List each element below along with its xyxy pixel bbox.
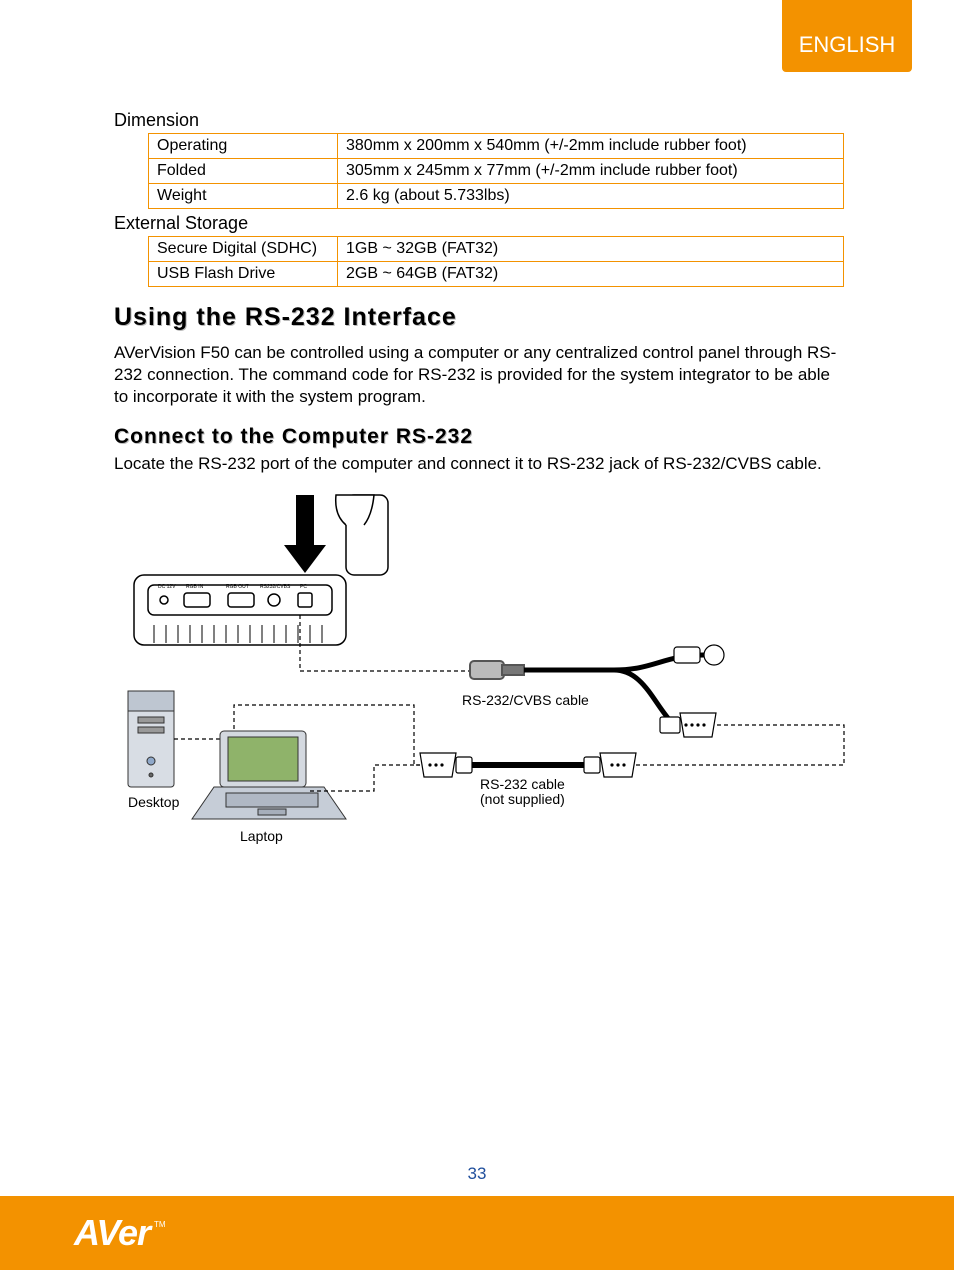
table-row: Operating 380mm x 200mm x 540mm (+/-2mm … xyxy=(149,134,844,159)
port-label-rgbout: RGB OUT xyxy=(226,584,249,590)
cell-label: USB Flash Drive xyxy=(149,262,338,287)
arrow-down-icon xyxy=(284,495,326,573)
page-number: 33 xyxy=(0,1164,954,1184)
doc-camera-icon xyxy=(134,495,388,645)
port-label-rgbin: RGB IN xyxy=(186,584,204,590)
paragraph-rs232: AVerVision F50 can be controlled using a… xyxy=(114,342,844,407)
port-label-pc: PC xyxy=(300,584,307,590)
footer-bar: AVer TM xyxy=(0,1196,954,1270)
heading-connect: Connect to the Computer RS-232 xyxy=(114,425,844,449)
language-tab: ENGLISH xyxy=(782,0,912,72)
table-row: USB Flash Drive 2GB ~ 64GB (FAT32) xyxy=(149,262,844,287)
dashed-line xyxy=(310,765,420,791)
label-desktop: Desktop xyxy=(128,795,179,810)
logo-text: AVer xyxy=(74,1212,150,1254)
cell-label: Weight xyxy=(149,184,338,209)
port-label-rs232: RS232/CVBS xyxy=(260,584,291,590)
desktop-pc-icon xyxy=(128,691,174,787)
cell-value: 380mm x 200mm x 540mm (+/-2mm include ru… xyxy=(338,134,844,159)
cell-value: 305mm x 245mm x 77mm (+/-2mm include rub… xyxy=(338,159,844,184)
table-row: Folded 305mm x 245mm x 77mm (+/-2mm incl… xyxy=(149,159,844,184)
rs232-cvbs-cable-icon xyxy=(470,645,724,737)
cell-label: Operating xyxy=(149,134,338,159)
heading-rs232: Using the RS-232 Interface xyxy=(114,303,844,332)
table-row: Secure Digital (SDHC) 1GB ~ 32GB (FAT32) xyxy=(149,237,844,262)
laptop-icon xyxy=(192,731,346,819)
section-title-dimension: Dimension xyxy=(114,110,844,131)
label-cable-rs232-line2: (not supplied) xyxy=(480,791,565,807)
logo-tm: TM xyxy=(154,1220,166,1229)
paragraph-connect: Locate the RS-232 port of the computer a… xyxy=(114,453,844,475)
cell-value: 1GB ~ 32GB (FAT32) xyxy=(338,237,844,262)
diagram-svg: DC 12V RGB IN RGB OUT RS232/CVBS PC xyxy=(114,485,844,875)
label-cable-rs232-line1: RS-232 cable xyxy=(480,776,565,792)
port-label-dc: DC 12V xyxy=(158,584,176,590)
label-laptop: Laptop xyxy=(240,829,283,844)
section-title-storage: External Storage xyxy=(114,213,844,234)
rs232-cable-icon xyxy=(420,753,636,777)
aver-logo: AVer TM xyxy=(74,1212,166,1254)
cell-value: 2GB ~ 64GB (FAT32) xyxy=(338,262,844,287)
dimension-table: Operating 380mm x 200mm x 540mm (+/-2mm … xyxy=(148,133,844,209)
cell-label: Folded xyxy=(149,159,338,184)
cell-label: Secure Digital (SDHC) xyxy=(149,237,338,262)
label-cable-rs232: RS-232 cable (not supplied) xyxy=(480,777,565,808)
label-cable-cvbs: RS-232/CVBS cable xyxy=(462,693,589,708)
cell-value: 2.6 kg (about 5.733lbs) xyxy=(338,184,844,209)
table-row: Weight 2.6 kg (about 5.733lbs) xyxy=(149,184,844,209)
storage-table: Secure Digital (SDHC) 1GB ~ 32GB (FAT32)… xyxy=(148,236,844,287)
page-content: Dimension Operating 380mm x 200mm x 540m… xyxy=(114,110,844,875)
connection-diagram: DC 12V RGB IN RGB OUT RS232/CVBS PC xyxy=(114,485,844,875)
